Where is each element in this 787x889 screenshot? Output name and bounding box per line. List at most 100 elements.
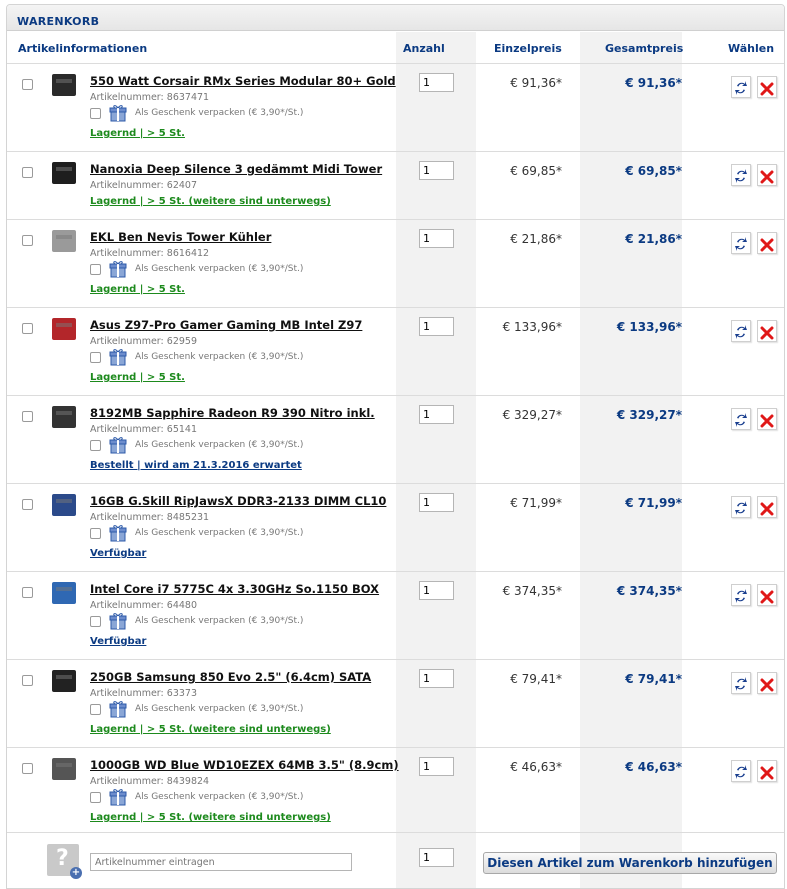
availability-link[interactable]: Lagernd | > 5 St. — [90, 128, 185, 139]
add-qty-input[interactable] — [419, 848, 454, 867]
delete-button[interactable] — [757, 232, 777, 254]
product-name-link[interactable]: 8192MB Sapphire Radeon R9 390 Nitro inkl… — [90, 406, 375, 420]
gift-icon — [109, 700, 127, 718]
product-thumbnail[interactable] — [48, 227, 80, 255]
total-price: € 79,41* — [625, 672, 682, 686]
product-name-link[interactable]: 16GB G.Skill RipJawsX DDR3-2133 DIMM CL1… — [90, 494, 386, 508]
quantity-input[interactable] — [419, 317, 454, 336]
gift-wrap-option: Als Geschenk verpacken (€ 3,90*/St.) — [90, 788, 350, 808]
product-thumbnail[interactable] — [48, 71, 80, 99]
gift-wrap-checkbox[interactable] — [90, 616, 101, 627]
quantity-input[interactable] — [419, 669, 454, 688]
cart-item-row: 250GB Samsung 850 Evo 2.5" (6.4cm) SATA … — [7, 660, 784, 748]
select-item-checkbox[interactable] — [22, 79, 33, 90]
delete-icon — [760, 414, 774, 428]
update-button[interactable] — [731, 672, 751, 694]
quantity-input[interactable] — [419, 493, 454, 512]
delete-button[interactable] — [757, 496, 777, 518]
select-item-checkbox[interactable] — [22, 587, 33, 598]
select-item-checkbox[interactable] — [22, 235, 33, 246]
select-item-checkbox[interactable] — [22, 167, 33, 178]
availability-link[interactable]: Lagernd | > 5 St. — [90, 284, 185, 295]
delete-icon — [760, 238, 774, 252]
product-thumbnail[interactable] — [48, 579, 80, 607]
product-name-link[interactable]: Asus Z97-Pro Gamer Gaming MB Intel Z97 — [90, 318, 362, 332]
availability-link[interactable]: Lagernd | > 5 St. (weitere sind unterweg… — [90, 196, 331, 207]
availability-link[interactable]: Verfügbar — [90, 548, 146, 559]
update-button[interactable] — [731, 76, 751, 98]
gift-wrap-checkbox[interactable] — [90, 264, 101, 275]
quantity-input[interactable] — [419, 757, 454, 776]
select-item-checkbox[interactable] — [22, 499, 33, 510]
select-item-checkbox[interactable] — [22, 763, 33, 774]
availability-link[interactable]: Lagernd | > 5 St. (weitere sind unterweg… — [90, 812, 331, 823]
cart-item-row: Intel Core i7 5775C 4x 3.30GHz So.1150 B… — [7, 572, 784, 660]
unit-price: € 91,36* — [510, 76, 562, 90]
product-name-link[interactable]: 550 Watt Corsair RMx Series Modular 80+ … — [90, 74, 396, 88]
article-number: Artikelnummer: 8616412 — [90, 248, 210, 259]
product-thumbnail[interactable] — [48, 491, 80, 519]
column-headers: Artikelinformationen Anzahl Einzelpreis … — [7, 32, 784, 64]
gift-wrap-label: Als Geschenk verpacken (€ 3,90*/St.) — [135, 616, 304, 626]
gift-icon — [109, 348, 127, 366]
gift-wrap-checkbox[interactable] — [90, 352, 101, 363]
gift-wrap-checkbox[interactable] — [90, 440, 101, 451]
product-thumbnail[interactable] — [48, 667, 80, 695]
refresh-icon — [735, 413, 747, 427]
gift-wrap-checkbox[interactable] — [90, 792, 101, 803]
availability-link[interactable]: Verfügbar — [90, 636, 146, 647]
update-button[interactable] — [731, 320, 751, 342]
product-name-link[interactable]: 1000GB WD Blue WD10EZEX 64MB 3.5" (8.9cm… — [90, 758, 399, 772]
update-button[interactable] — [731, 164, 751, 186]
product-name-link[interactable]: 250GB Samsung 850 Evo 2.5" (6.4cm) SATA — [90, 670, 371, 684]
refresh-icon — [735, 765, 747, 779]
refresh-icon — [735, 589, 747, 603]
cart-item-row: EKL Ben Nevis Tower Kühler Artikelnummer… — [7, 220, 784, 308]
quantity-input[interactable] — [419, 229, 454, 248]
cart-item-row: 1000GB WD Blue WD10EZEX 64MB 3.5" (8.9cm… — [7, 748, 784, 833]
product-thumbnail[interactable] — [48, 315, 80, 343]
update-button[interactable] — [731, 496, 751, 518]
unit-price: € 21,86* — [510, 232, 562, 246]
quantity-input[interactable] — [419, 581, 454, 600]
article-number: Artikelnummer: 62959 — [90, 336, 197, 347]
delete-button[interactable] — [757, 76, 777, 98]
availability-link[interactable]: Bestellt | wird am 21.3.2016 erwartet — [90, 460, 302, 471]
product-thumbnail[interactable] — [48, 755, 80, 783]
gift-wrap-option: Als Geschenk verpacken (€ 3,90*/St.) — [90, 260, 350, 280]
product-name-link[interactable]: Nanoxia Deep Silence 3 gedämmt Midi Towe… — [90, 162, 382, 176]
delete-button[interactable] — [757, 408, 777, 430]
delete-button[interactable] — [757, 320, 777, 342]
quantity-input[interactable] — [419, 73, 454, 92]
availability-link[interactable]: Lagernd | > 5 St. — [90, 372, 185, 383]
delete-icon — [760, 502, 774, 516]
article-number: Artikelnummer: 8485231 — [90, 512, 210, 523]
quantity-input[interactable] — [419, 405, 454, 424]
update-button[interactable] — [731, 232, 751, 254]
select-item-checkbox[interactable] — [22, 411, 33, 422]
gift-wrap-checkbox[interactable] — [90, 108, 101, 119]
article-number-input[interactable] — [90, 853, 352, 871]
availability-link[interactable]: Lagernd | > 5 St. (weitere sind unterweg… — [90, 724, 331, 735]
product-thumbnail[interactable] — [48, 403, 80, 431]
refresh-icon — [735, 81, 747, 95]
gift-wrap-option: Als Geschenk verpacken (€ 3,90*/St.) — [90, 524, 350, 544]
delete-button[interactable] — [757, 760, 777, 782]
product-thumbnail[interactable] — [48, 159, 80, 187]
select-item-checkbox[interactable] — [22, 675, 33, 686]
update-button[interactable] — [731, 760, 751, 782]
delete-button[interactable] — [757, 672, 777, 694]
gift-wrap-checkbox[interactable] — [90, 704, 101, 715]
delete-button[interactable] — [757, 584, 777, 606]
delete-button[interactable] — [757, 164, 777, 186]
gift-wrap-checkbox[interactable] — [90, 528, 101, 539]
add-to-cart-button[interactable]: Diesen Artikel zum Warenkorb hinzufügen — [483, 852, 777, 874]
gift-icon — [109, 436, 127, 454]
product-name-link[interactable]: EKL Ben Nevis Tower Kühler — [90, 230, 271, 244]
product-name-link[interactable]: Intel Core i7 5775C 4x 3.30GHz So.1150 B… — [90, 582, 379, 596]
quantity-input[interactable] — [419, 161, 454, 180]
update-button[interactable] — [731, 408, 751, 430]
update-button[interactable] — [731, 584, 751, 606]
total-price: € 133,96* — [616, 320, 682, 334]
select-item-checkbox[interactable] — [22, 323, 33, 334]
